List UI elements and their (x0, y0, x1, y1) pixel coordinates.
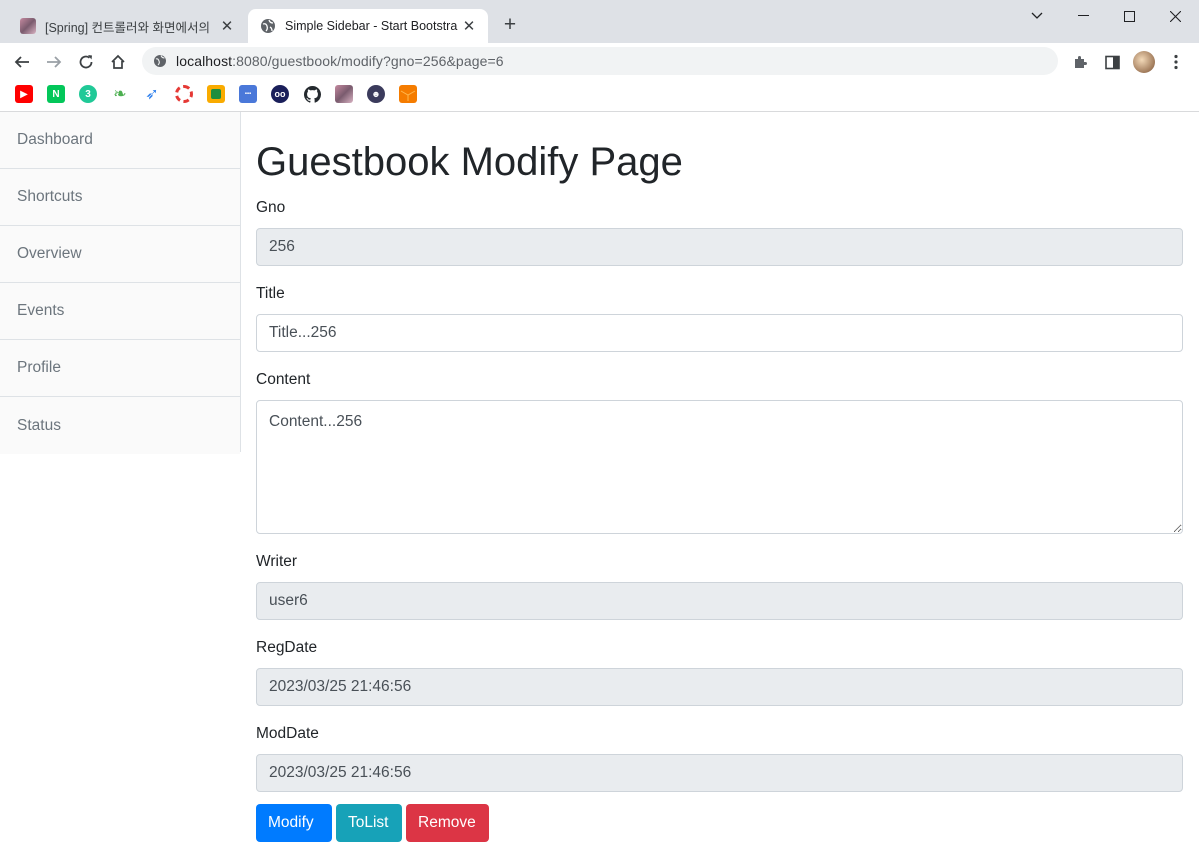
owl-icon[interactable]: oo (271, 85, 289, 103)
bookmark-icon[interactable]: 3 (79, 85, 97, 103)
side-panel-icon[interactable] (1098, 48, 1126, 76)
modify-button[interactable]: Modify (256, 804, 332, 842)
leaf-icon[interactable]: ❧ (111, 85, 129, 103)
dev-icon[interactable]: ☻ (367, 85, 385, 103)
lifebuoy-icon[interactable] (175, 85, 193, 103)
gno-field[interactable] (256, 228, 1183, 266)
avatar (1133, 51, 1155, 73)
browser-toolbar: localhost:8080/guestbook/modify?gno=256&… (0, 43, 1199, 80)
writer-group: Writer (256, 550, 1183, 620)
sidebar-item-shortcuts[interactable]: Shortcuts (0, 169, 240, 226)
window-close-button[interactable] (1152, 0, 1198, 32)
youtube-icon[interactable]: ▶ (15, 85, 33, 103)
menu-icon[interactable] (1162, 48, 1190, 76)
page-title: Guestbook Modify Page (256, 140, 683, 184)
sidebar-item-events[interactable]: Events (0, 283, 240, 340)
maximize-button[interactable] (1106, 0, 1152, 32)
tab-title: [Spring] 컨트롤러와 화면에서의 (45, 20, 211, 35)
main-content: Guestbook Modify Page Gno Title Content … (256, 112, 1183, 842)
sidebar-item-overview[interactable]: Overview (0, 226, 240, 283)
box-icon[interactable] (399, 85, 417, 103)
content-textarea[interactable]: Content...256 (256, 400, 1183, 534)
tab-favicon-icon (20, 18, 36, 34)
writer-field[interactable] (256, 582, 1183, 620)
chevron-down-icon[interactable] (1014, 0, 1060, 32)
code-icon[interactable]: ▪▪▪ (239, 85, 257, 103)
home-button[interactable] (104, 48, 132, 76)
minimize-button[interactable] (1060, 0, 1106, 32)
moddate-group: ModDate (256, 722, 1183, 792)
content-group: Content Content...256 (256, 368, 1183, 534)
sidebar: Dashboard Shortcuts Overview Events Prof… (0, 112, 241, 454)
regdate-label: RegDate (256, 639, 318, 656)
moddate-label: ModDate (256, 725, 319, 742)
tab-strip: [Spring] 컨트롤러와 화면에서의 ✕ Simple Sidebar - … (0, 0, 1199, 43)
extensions-icon[interactable] (1066, 48, 1094, 76)
close-icon[interactable]: ✕ (458, 17, 480, 35)
content-label: Content (256, 371, 311, 388)
remove-button[interactable]: Remove (406, 804, 489, 842)
naver-icon[interactable]: N (47, 85, 65, 103)
tab-simple-sidebar[interactable]: Simple Sidebar - Start Bootstrap ✕ (248, 9, 488, 43)
gno-label: Gno (256, 199, 286, 216)
reload-button[interactable] (72, 48, 100, 76)
regdate-field[interactable] (256, 668, 1183, 706)
tab-title: Simple Sidebar - Start Bootstrap (285, 19, 458, 33)
site-info-icon[interactable] (144, 54, 176, 68)
classroom-icon[interactable] (207, 85, 225, 103)
github-icon[interactable] (303, 85, 321, 103)
browser-chrome: [Spring] 컨트롤러와 화면에서의 ✕ Simple Sidebar - … (0, 0, 1199, 112)
close-icon[interactable]: ✕ (216, 17, 238, 35)
sidebar-item-status[interactable]: Status (0, 397, 240, 454)
address-bar[interactable]: localhost:8080/guestbook/modify?gno=256&… (142, 47, 1058, 75)
bookmarks-bar: ▶ N 3 ❧ ➶ ▪▪▪ oo ☻ (0, 80, 1199, 111)
gno-group: Gno (256, 196, 1183, 266)
moddate-field[interactable] (256, 754, 1183, 792)
sidebar-item-dashboard[interactable]: Dashboard (0, 112, 240, 169)
tolist-button[interactable]: ToList (336, 804, 402, 842)
sidebar-item-profile[interactable]: Profile (0, 340, 240, 397)
globe-icon (260, 18, 276, 34)
title-field[interactable] (256, 314, 1183, 352)
image-icon[interactable] (335, 85, 353, 103)
feather-icon[interactable]: ➶ (143, 85, 161, 103)
new-tab-button[interactable]: + (498, 13, 522, 37)
regdate-group: RegDate (256, 636, 1183, 706)
url-text: localhost:8080/guestbook/modify?gno=256&… (176, 53, 504, 69)
back-button[interactable] (8, 48, 36, 76)
profile-avatar[interactable] (1130, 48, 1158, 76)
title-label: Title (256, 285, 285, 302)
tab-spring[interactable]: [Spring] 컨트롤러와 화면에서의 ✕ (8, 9, 246, 43)
title-group: Title (256, 282, 1183, 352)
writer-label: Writer (256, 553, 298, 570)
forward-button[interactable] (40, 48, 68, 76)
